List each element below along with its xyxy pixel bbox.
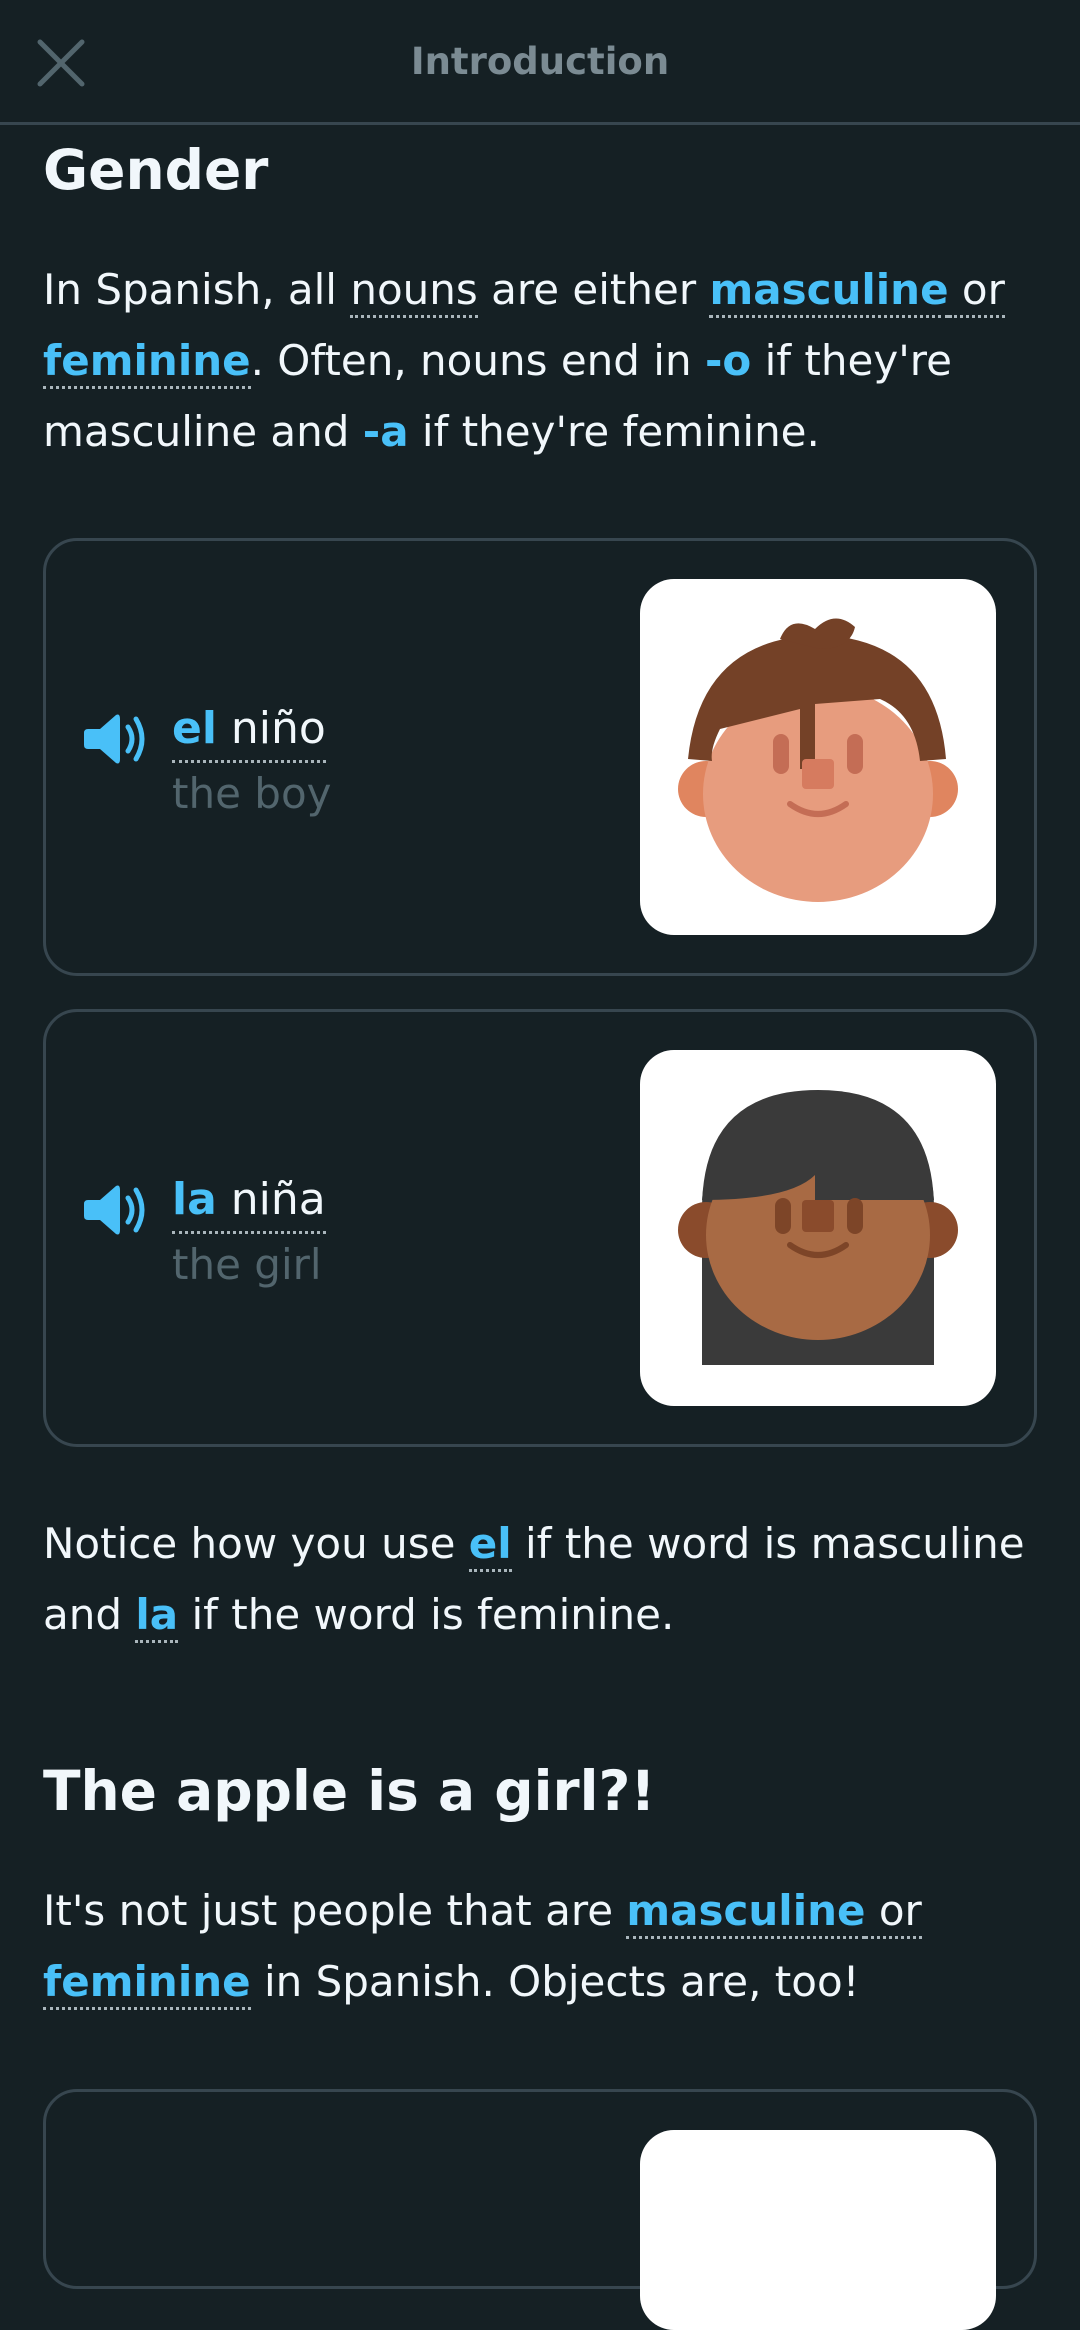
text: if they're feminine.	[408, 407, 820, 456]
noun: niño	[216, 703, 326, 754]
hint-feminine[interactable]: feminine	[43, 1957, 251, 2010]
text: are either	[477, 265, 710, 314]
notice-paragraph: Notice how you use el if the word is mas…	[43, 1508, 1043, 1650]
vocab-card-girl: la niña the girl	[43, 1009, 1037, 1447]
text: In Spanish, all	[43, 265, 351, 314]
gender-paragraph: In Spanish, all nouns are either masculi…	[43, 254, 1043, 467]
hint-el[interactable]: el	[468, 1519, 512, 1572]
hint-masculine[interactable]: masculine	[626, 1886, 866, 1939]
girl-face-icon	[640, 1050, 996, 1406]
speaker-icon[interactable]	[84, 709, 154, 769]
text: Notice how you use	[43, 1519, 469, 1568]
objects-paragraph: It's not just people that are masculine …	[43, 1875, 1043, 2017]
text: in Spanish. Objects are, too!	[250, 1957, 860, 2006]
hint-or[interactable]: or	[865, 1886, 922, 1939]
vocab-card-partial	[43, 2089, 1037, 2330]
section-heading-gender: Gender	[43, 138, 269, 202]
vocab-word[interactable]: la niña	[172, 1170, 326, 1234]
top-bar: Introduction	[0, 0, 1080, 125]
vocab-word[interactable]: el niño	[172, 699, 326, 763]
page-title: Introduction	[410, 40, 670, 83]
hint-feminine[interactable]: feminine	[43, 336, 251, 389]
ending-a: -a	[362, 407, 409, 456]
vocab-card-boy: el niño the boy	[43, 538, 1037, 976]
noun: niña	[216, 1174, 326, 1225]
text: . Often, nouns end in	[250, 336, 705, 385]
text: It's not just people that are	[43, 1886, 627, 1935]
hint-or[interactable]: or	[948, 265, 1005, 318]
ending-o: -o	[704, 336, 752, 385]
section-heading-apple: The apple is a girl?!	[43, 1759, 656, 1823]
translation: the boy	[172, 769, 332, 818]
article: la	[172, 1174, 217, 1225]
hint-masculine[interactable]: masculine	[709, 265, 949, 318]
speaker-icon[interactable]	[84, 1180, 154, 1240]
vocab-image	[640, 2130, 996, 2330]
hint-la[interactable]: la	[135, 1590, 179, 1643]
translation: the girl	[172, 1240, 322, 1289]
hint-nouns[interactable]: nouns	[350, 265, 478, 318]
boy-face-icon	[640, 579, 996, 935]
article: el	[172, 703, 217, 754]
text: if the word is feminine.	[178, 1590, 675, 1639]
